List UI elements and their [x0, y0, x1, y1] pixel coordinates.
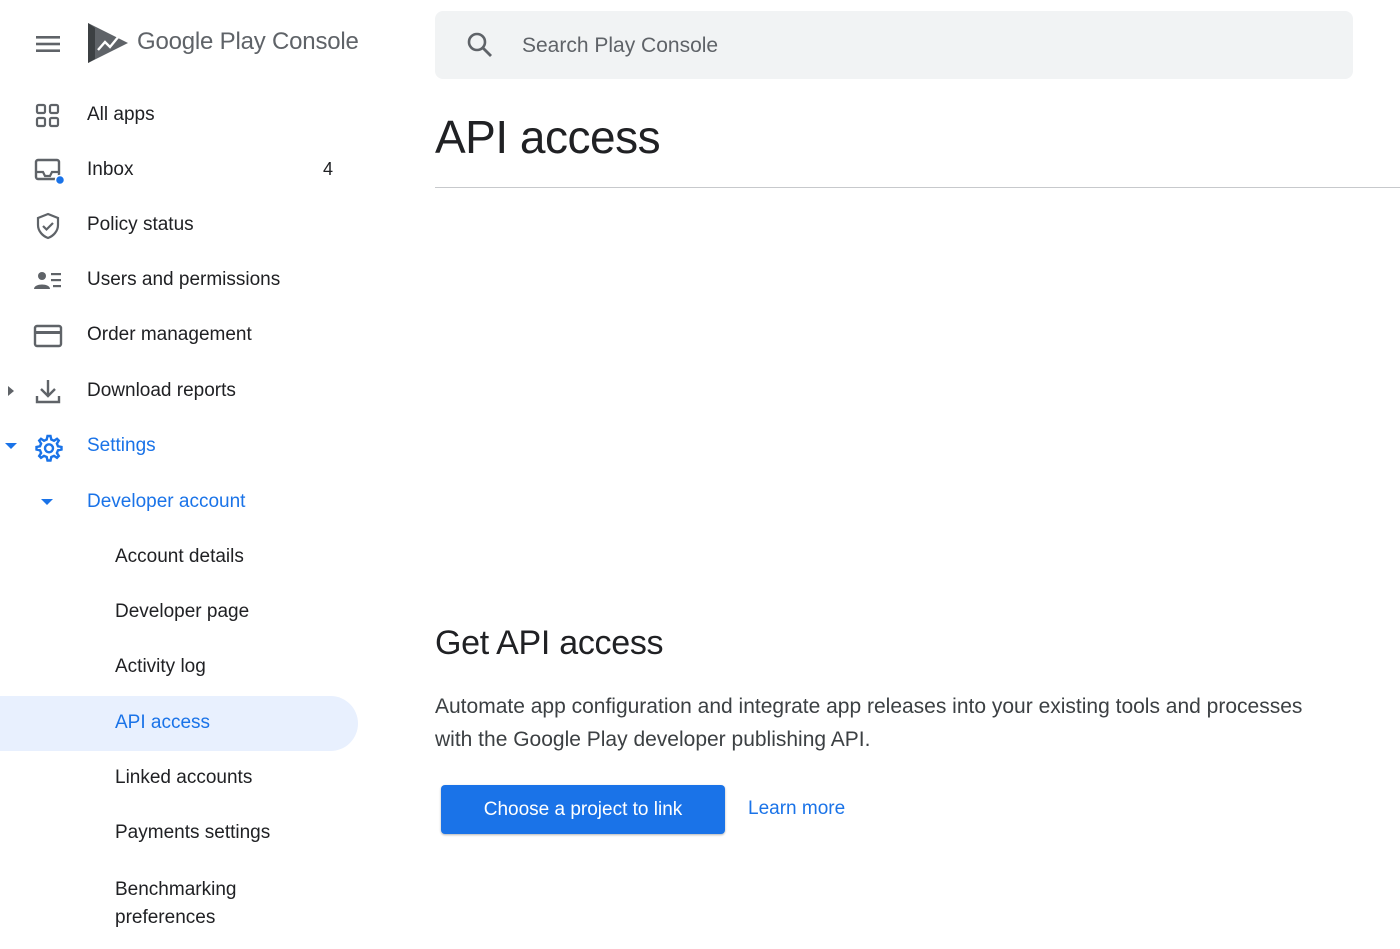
sidebar-item-label: Developer page: [115, 601, 250, 622]
sidebar-item-label: Benchmarking preferences: [115, 879, 237, 928]
sidebar-item-label: Payments settings: [115, 822, 271, 843]
collapse-caret-icon[interactable]: [40, 494, 54, 510]
inbox-count-badge: 4: [323, 159, 334, 179]
sidebar-item-order-management[interactable]: Order management: [0, 308, 358, 363]
learn-more-link[interactable]: Learn more: [748, 798, 845, 820]
sidebar-item-developer-account[interactable]: Developer account: [0, 475, 358, 530]
brand-console: Console: [272, 28, 359, 55]
brand-name: Google Play Console: [137, 28, 359, 56]
shield-check-icon: [33, 212, 63, 240]
sidebar-item-label: Order management: [87, 324, 252, 345]
title-divider: [435, 187, 1400, 188]
sidebar-item-label: API access: [115, 712, 211, 733]
sidebar-item-label: Activity log: [115, 656, 206, 677]
sidebar-item-inbox[interactable]: Inbox 4: [0, 143, 358, 198]
sidebar-item-payments-settings[interactable]: Payments settings: [0, 806, 358, 861]
section-description: Automate app configuration and integrate…: [435, 695, 1303, 751]
users-list-icon: [33, 267, 63, 295]
sidebar-item-developer-page[interactable]: Developer page: [0, 585, 358, 640]
sidebar-item-users-permissions[interactable]: Users and permissions: [0, 253, 358, 308]
sidebar-item-label: Policy status: [87, 214, 194, 235]
sidebar-item-label: Account details: [115, 546, 244, 567]
sidebar-item-label: Users and permissions: [87, 269, 281, 290]
page-title: API access: [435, 111, 661, 163]
play-console-logo: [86, 20, 130, 66]
gear-icon: [33, 433, 63, 462]
sidebar-item-all-apps[interactable]: All apps: [0, 88, 358, 143]
grid-icon: [33, 102, 63, 130]
choose-project-button[interactable]: Choose a project to link: [441, 785, 725, 834]
section-title: Get API access: [435, 624, 664, 662]
search-icon[interactable]: [465, 30, 495, 60]
download-icon: [33, 378, 63, 406]
sidebar-item-download-reports[interactable]: Download reports: [0, 364, 358, 419]
sidebar-item-api-access[interactable]: API access: [0, 696, 358, 751]
sidebar-item-activity-log[interactable]: Activity log: [0, 640, 358, 695]
sidebar-item-label: Linked accounts: [115, 767, 253, 788]
search-input[interactable]: [520, 27, 1304, 65]
sidebar-item-label: All apps: [87, 104, 155, 125]
menu-icon[interactable]: [30, 28, 66, 60]
sidebar-item-label: Inbox: [87, 159, 134, 180]
sidebar-item-policy-status[interactable]: Policy status: [0, 198, 358, 253]
sidebar-item-label: Developer account: [87, 491, 246, 512]
sidebar-item-settings[interactable]: Settings: [0, 419, 358, 474]
sidebar-item-account-details[interactable]: Account details: [0, 530, 358, 585]
sidebar-item-label: Settings: [87, 435, 156, 456]
brand-google: Google: [137, 28, 214, 55]
sidebar-item-label: Download reports: [87, 380, 236, 401]
search-bar: [435, 11, 1353, 79]
expand-caret-icon[interactable]: [4, 383, 18, 399]
inbox-icon: [33, 157, 66, 186]
sidebar-item-benchmarking-preferences[interactable]: Benchmarking preferences: [0, 862, 358, 938]
sidebar-item-linked-accounts[interactable]: Linked accounts: [0, 751, 358, 806]
collapse-caret-icon[interactable]: [4, 438, 18, 454]
credit-card-icon: [33, 322, 63, 350]
brand-play: Play: [219, 28, 266, 55]
